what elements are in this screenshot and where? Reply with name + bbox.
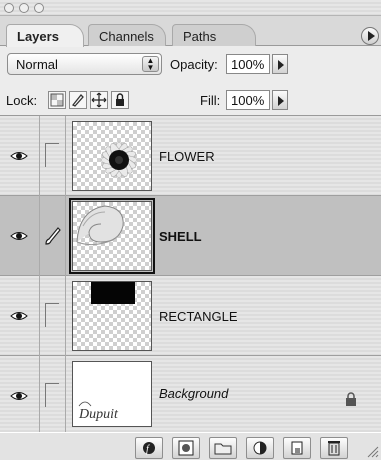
lock-row: Lock: Fill: 100% xyxy=(0,84,381,116)
visibility-column[interactable] xyxy=(0,116,40,196)
layers-list: FLOWER SHELL RECTANGLE Dupuit Background xyxy=(0,116,381,432)
layers-bottom-toolbar: f xyxy=(0,432,381,460)
visibility-column[interactable] xyxy=(0,356,40,432)
layer-row-shell[interactable]: SHELL xyxy=(0,196,381,276)
link-column[interactable] xyxy=(40,276,66,356)
palette-titlebar xyxy=(0,0,381,16)
eye-icon[interactable] xyxy=(10,230,28,242)
fill-label: Fill: xyxy=(200,93,221,108)
paintbrush-icon xyxy=(45,227,61,245)
layer-mask-icon[interactable] xyxy=(172,437,200,459)
layer-row-rectangle[interactable]: RECTANGLE xyxy=(0,276,381,356)
layer-name-background[interactable]: Background xyxy=(159,386,228,401)
eye-icon[interactable] xyxy=(10,390,28,402)
layer-row-flower[interactable]: FLOWER xyxy=(0,116,381,196)
visibility-column[interactable] xyxy=(0,196,40,276)
tab-paths[interactable]: Paths xyxy=(172,24,256,46)
tab-layers[interactable]: Layers xyxy=(6,24,84,47)
link-column[interactable] xyxy=(40,196,66,276)
link-column[interactable] xyxy=(40,356,66,432)
lock-label: Lock: xyxy=(6,93,38,108)
lock-icon xyxy=(346,392,356,406)
blend-mode-select[interactable]: Normal ▲ ▼ xyxy=(7,53,162,75)
adjustment-layer-icon[interactable] xyxy=(246,437,274,459)
close-window-icon[interactable] xyxy=(4,3,14,13)
tab-channels[interactable]: Channels xyxy=(88,24,166,46)
opacity-label: Opacity: xyxy=(170,57,218,72)
layer-name-shell[interactable]: SHELL xyxy=(159,229,202,244)
layer-name-rectangle[interactable]: RECTANGLE xyxy=(159,309,238,324)
link-column[interactable] xyxy=(40,116,66,196)
layer-style-icon[interactable]: f xyxy=(135,437,163,459)
new-group-icon[interactable] xyxy=(209,437,237,459)
opacity-slider-button[interactable] xyxy=(272,54,288,74)
palette-tabs: Layers Channels Paths xyxy=(0,16,381,47)
resize-grip-icon[interactable] xyxy=(367,446,379,458)
eye-icon[interactable] xyxy=(10,150,28,162)
zoom-window-icon[interactable] xyxy=(34,3,44,13)
flower-icon xyxy=(100,141,138,179)
opacity-field[interactable]: 100% xyxy=(226,54,270,74)
lock-transparency-icon[interactable] xyxy=(48,91,66,109)
updown-arrows-icon: ▲ ▼ xyxy=(142,56,159,72)
layer-thumbnail-rectangle xyxy=(72,281,152,351)
layer-name-flower[interactable]: FLOWER xyxy=(159,149,215,164)
blend-row: Normal ▲ ▼ Opacity: 100% xyxy=(0,46,381,84)
layer-thumbnail-flower xyxy=(72,121,152,191)
lock-move-icon[interactable] xyxy=(90,91,108,109)
visibility-column[interactable] xyxy=(0,276,40,356)
palette-menu-icon[interactable] xyxy=(361,27,379,45)
lock-all-icon[interactable] xyxy=(111,91,129,109)
layer-thumbnail-background: Dupuit xyxy=(72,361,152,427)
new-layer-icon[interactable] xyxy=(283,437,311,459)
fill-field[interactable]: 100% xyxy=(226,90,270,110)
eye-icon[interactable] xyxy=(10,310,28,322)
black-rectangle-shape xyxy=(91,282,135,304)
layer-thumbnail-shell xyxy=(69,198,155,274)
blend-mode-value: Normal xyxy=(16,57,58,72)
shell-icon xyxy=(76,205,124,246)
signature-text: Dupuit xyxy=(78,407,119,422)
trash-icon[interactable] xyxy=(320,437,348,459)
signature-image: Dupuit xyxy=(78,401,119,422)
lock-paint-brush-icon[interactable] xyxy=(69,91,87,109)
minimize-window-icon[interactable] xyxy=(19,3,29,13)
layer-row-background[interactable]: Dupuit Background xyxy=(0,356,381,432)
fill-slider-button[interactable] xyxy=(272,90,288,110)
